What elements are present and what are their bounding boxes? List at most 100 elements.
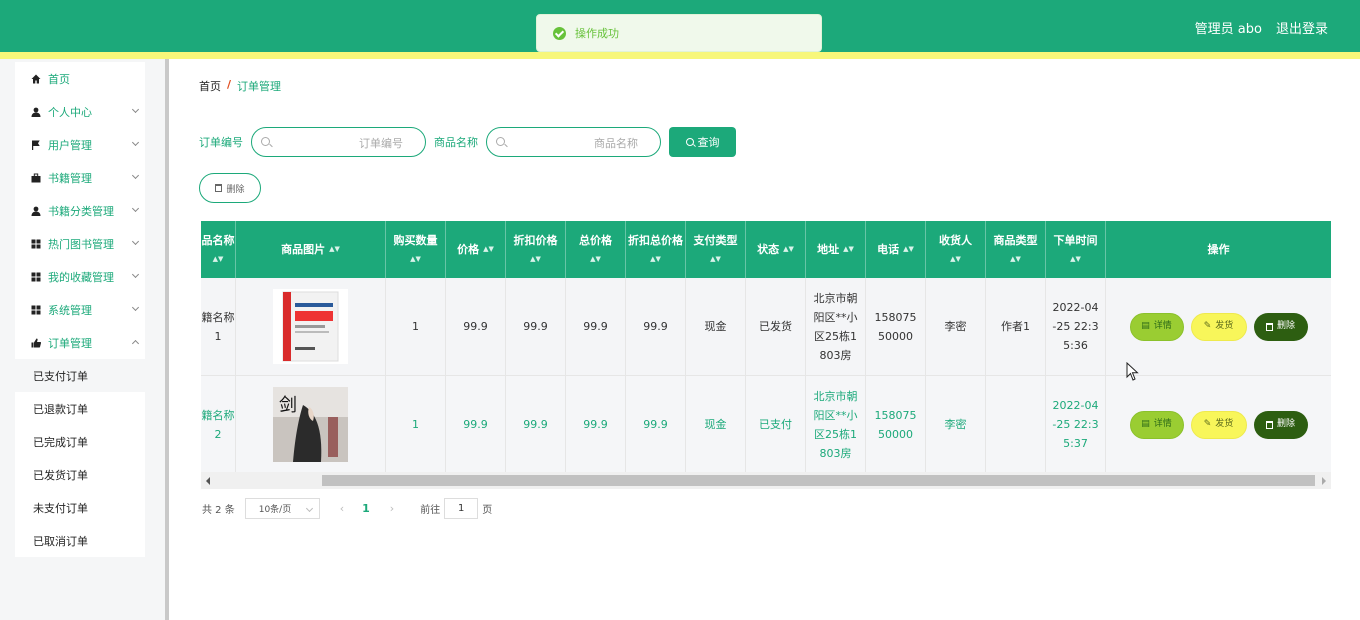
sidebar-subitem-refunded[interactable]: 已退款订单 [15,392,145,425]
header-discount-price[interactable]: 折扣价格 ▲▼ [506,221,566,278]
search-bar: 订单编号 商品名称 查询 [199,127,736,157]
sidebar-item-favorites[interactable]: 我的收藏管理 [15,260,145,293]
sidebar-subitem-paid[interactable]: 已支付订单 [15,359,145,392]
header-label: 折扣价格 [513,233,558,247]
header-product-name[interactable]: 品名称 ▲▼ [201,221,236,278]
header-address[interactable]: 地址 ▲▼ [806,221,866,278]
sidebar-subitem-completed[interactable]: 已完成订单 [15,425,145,458]
sidebar-item-book-category[interactable]: 书籍分类管理 [15,194,145,227]
sidebar-item-hot-books[interactable]: 热门图书管理 [15,227,145,260]
header-total-price[interactable]: 总价格 ▲▼ [566,221,626,278]
sidebar-subitem-cancelled[interactable]: 已取消订单 [15,524,145,557]
book-cover-image: 剑 [273,387,348,462]
chevron-up-icon [131,339,140,348]
cell-address: 北京市朝阳区**小区25栋1803房 [806,376,866,473]
sort-icon: ▲▼ [1010,254,1021,263]
detail-label: 详情 [1153,419,1172,429]
goto-label: 前往 [420,505,441,516]
header-label: 购买数量 [393,233,438,247]
sidebar-subitem-unpaid[interactable]: 未支付订单 [15,491,145,524]
scroll-left-arrow-icon[interactable] [206,477,210,485]
header-order-time[interactable]: 下单时间 ▲▼ [1046,221,1106,278]
query-button-label: 查询 [697,137,720,149]
detail-button[interactable]: ▤ 详情 [1129,410,1184,439]
trash-icon [215,184,223,192]
sort-icon: ▲▼ [650,254,661,263]
header-label: 折扣总价格 [628,233,683,247]
cell-quantity: 1 [386,278,446,375]
page-size-value: 10条/页 [258,505,292,515]
delete-button[interactable]: 删除 [1253,410,1308,439]
prev-page-button[interactable]: ‹ [340,502,344,515]
delete-button[interactable]: 删除 [1253,312,1308,341]
sort-icon: ▲▼ [483,245,494,253]
ship-button[interactable]: ✎ 发货 [1190,410,1247,439]
goto-page-input[interactable]: 1 [444,498,479,519]
header-price[interactable]: 价格 ▲▼ [446,221,506,278]
ship-label: 发货 [1215,321,1234,331]
header-product-type[interactable]: 商品类型 ▲▼ [986,221,1046,278]
scrollbar-thumb[interactable] [322,475,1315,486]
header-label: 总价格 [579,233,612,247]
header-quantity[interactable]: 购买数量 ▲▼ [386,221,446,278]
batch-delete-button[interactable]: 删除 [199,173,261,203]
logout-link[interactable]: 退出登录 [1276,18,1328,37]
sidebar-item-books[interactable]: 书籍管理 [15,161,145,194]
sort-icon: ▲▼ [530,254,541,263]
table-header: 品名称 ▲▼ 商品图片 ▲▼ 购买数量 ▲▼ 价格 ▲▼ 折扣价格 ▲▼ 总价格 ▲▼ 折扣… [201,221,1331,278]
sort-icon: ▲▼ [710,254,721,263]
sidebar-item-home[interactable]: 首页 [15,62,145,95]
edit-icon: ✎ [1203,419,1212,429]
sidebar-item-label: 个人中心 [48,105,92,119]
sidebar-item-orders[interactable]: 订单管理 [15,326,145,359]
sidebar-subitem-shipped[interactable]: 已发货订单 [15,458,145,491]
order-no-input[interactable] [274,134,403,152]
breadcrumb: 首页 / 订单管理 [199,78,281,94]
briefcase-icon [30,172,41,183]
product-name-field[interactable] [486,127,661,157]
query-button[interactable]: 查询 [669,127,736,157]
sidebar-scrollbar[interactable] [165,59,169,620]
header-pay-type[interactable]: 支付类型 ▲▼ [686,221,746,278]
cell-phone: 15807550000 [866,376,926,473]
table-horizontal-scrollbar[interactable] [201,472,1331,489]
svg-text:剑: 剑 [279,395,297,416]
cell-product-name: 籍名称2 [201,376,236,473]
sidebar-item-label: 订单管理 [48,336,92,350]
ship-button[interactable]: ✎ 发货 [1190,312,1247,341]
page-size-select[interactable]: 10条/页 [244,498,320,519]
order-no-field[interactable] [251,127,426,157]
search-icon [685,138,694,146]
sort-icon: ▲▼ [1070,254,1081,263]
header-receiver[interactable]: 收货人 ▲▼ [926,221,986,278]
header-label: 状态 [757,243,780,256]
breadcrumb-home[interactable]: 首页 [199,78,221,94]
detail-label: 详情 [1153,321,1172,331]
cell-order-time: 2022-04-25 22:35:36 [1046,278,1106,375]
cell-actions: ▤ 详情 ✎ 发货 删除 [1106,376,1331,473]
cell-discount-total: 99.9 [626,376,686,473]
next-page-button[interactable]: › [390,502,394,515]
sidebar-item-system[interactable]: 系统管理 [15,293,145,326]
page-number-current[interactable]: 1 [362,502,370,515]
sidebar: 首页 个人中心 用户管理 书籍管理 书籍分类管理 热门图书管理 我的收藏管理 系… [15,62,145,557]
chevron-down-icon [131,270,140,279]
product-name-input[interactable] [509,134,638,152]
header-label: 价格 [457,243,480,256]
header-status[interactable]: 状态 ▲▼ [746,221,806,278]
sidebar-item-users[interactable]: 用户管理 [15,128,145,161]
scroll-right-arrow-icon[interactable] [1322,477,1326,485]
detail-button[interactable]: ▤ 详情 [1129,312,1184,341]
cell-quantity: 1 [386,376,446,473]
header-product-image[interactable]: 商品图片 ▲▼ [236,221,386,278]
cell-address: 北京市朝阳区**小区25栋1803房 [806,278,866,375]
grid-icon [30,304,41,315]
header-discount-total[interactable]: 折扣总价格 ▲▼ [626,221,686,278]
header-phone[interactable]: 电话 ▲▼ [866,221,926,278]
order-no-label: 订单编号 [199,136,243,149]
header-label: 下单时间 [1053,233,1098,247]
cell-total-price: 99.9 [566,278,626,375]
sidebar-item-personal[interactable]: 个人中心 [15,95,145,128]
sidebar-item-label: 用户管理 [48,138,92,152]
sidebar-item-label: 首页 [48,72,70,86]
